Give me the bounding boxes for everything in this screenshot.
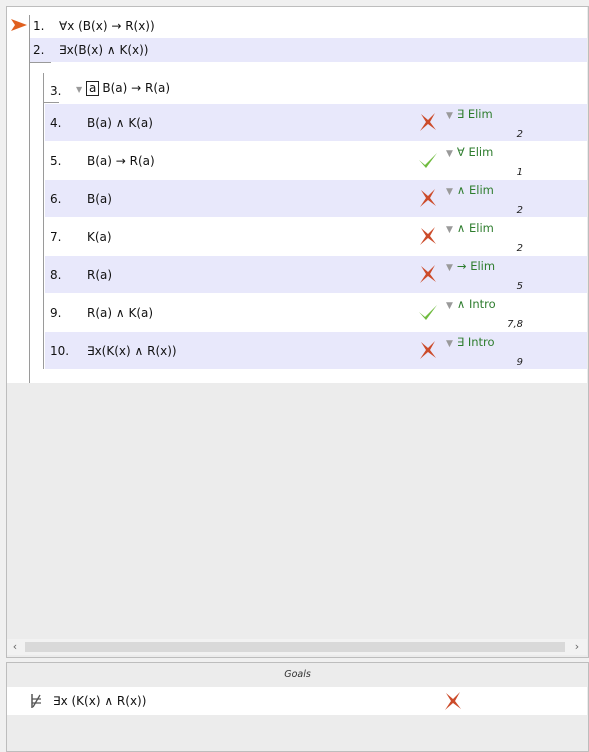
support-refs[interactable]: 2 [517,129,523,140]
assumption-formula[interactable]: a B(a) → R(a) [86,81,170,96]
boxed-constant: a [86,81,100,96]
scroll-right-button[interactable]: › [569,639,585,655]
window: 1. ∀x (B(x) → R(x)) 2. ∃x(B(x) ∧ K(x)) 3… [0,0,589,752]
step-formula[interactable]: R(a) [87,268,112,282]
rule-dropdown-icon: ▼ [446,111,453,121]
step-row-4[interactable]: 4. B(a) ∧ K(a) ▼ ∃ Elim 2 [45,104,587,141]
step-row-5[interactable]: 5. B(a) → R(a) ▼ ∀ Elim 1 [45,142,587,179]
proof-pane: 1. ∀x (B(x) → R(x)) 2. ∃x(B(x) ∧ K(x)) 3… [6,6,589,658]
assumption-text: B(a) → R(a) [102,81,171,95]
support-refs[interactable]: 5 [517,281,523,292]
line-number: 7. [50,230,62,244]
premise-formula[interactable]: ∃x(B(x) ∧ K(x)) [59,43,149,57]
rule-selector[interactable]: ▼ ∧ Elim [446,221,494,235]
line-number: 1. [33,19,45,33]
cross-icon [420,265,436,283]
rule-label: → Elim [456,259,496,273]
support-refs[interactable]: 9 [517,357,523,368]
line-number: 4. [50,116,62,130]
premise-separator [29,62,51,63]
not-entails-icon [31,694,41,708]
line-number: 9. [50,306,62,320]
step-formula[interactable]: K(a) [87,230,112,244]
rule-dropdown-icon: ▼ [446,149,453,159]
rule-selector[interactable]: ▼ ∀ Elim [446,145,493,159]
line-number: 6. [50,192,62,206]
rule-label: ∧ Elim [456,183,494,197]
rule-label: ∃ Elim [456,107,493,121]
subproof-assumption-row[interactable]: 3. ▼ a B(a) → R(a) [45,79,587,103]
cross-icon [420,227,436,245]
rule-dropdown-icon: ▼ [446,301,453,311]
collapse-triangle-icon[interactable]: ▼ [76,85,82,94]
rule-label: ∃ Intro [456,335,495,349]
check-icon [419,153,437,168]
step-row-10[interactable]: 10. ∃x(K(x) ∧ R(x)) ▼ ∃ Intro 9 [45,332,587,369]
support-refs[interactable]: 1 [517,167,523,178]
rule-selector[interactable]: ▼ → Elim [446,259,495,273]
support-refs[interactable]: 7,8 [507,319,523,330]
rule-dropdown-icon: ▼ [446,225,453,235]
proof-scope-line [29,15,30,383]
premise-row-2[interactable]: 2. ∃x(B(x) ∧ K(x)) [29,38,587,62]
step-row-8[interactable]: 8. R(a) ▼ → Elim 5 [45,256,587,293]
goals-title: Goals [284,669,311,680]
line-number: 8. [50,268,62,282]
cross-icon [445,692,461,710]
line-number: 5. [50,154,62,168]
step-row-7[interactable]: 7. K(a) ▼ ∧ Elim 2 [45,218,587,255]
goal-formula[interactable]: ∃x (K(x) ∧ R(x)) [53,694,146,708]
step-formula[interactable]: ∃x(K(x) ∧ R(x)) [87,344,177,358]
rule-selector[interactable]: ▼ ∃ Elim [446,107,493,121]
line-number: 3. [50,84,62,98]
goal-row[interactable]: ∃x (K(x) ∧ R(x)) [7,687,587,715]
rule-label: ∧ Intro [456,297,496,311]
rule-dropdown-icon: ▼ [446,263,453,273]
scroll-left-button[interactable]: ‹ [7,639,23,655]
cross-icon [420,189,436,207]
cross-icon [420,341,436,359]
step-row-6[interactable]: 6. B(a) ▼ ∧ Elim 2 [45,180,587,217]
rule-label: ∀ Elim [456,145,494,159]
rule-dropdown-icon: ▼ [446,187,453,197]
subproof-scope-line [43,73,44,369]
rule-dropdown-icon: ▼ [446,339,453,349]
check-icon [419,305,437,320]
step-formula[interactable]: B(a) ∧ K(a) [87,116,153,130]
rule-selector[interactable]: ▼ ∃ Intro [446,335,495,349]
step-row-9[interactable]: 9. R(a) ∧ K(a) ▼ ∧ Intro 7,8 [45,294,587,331]
focus-arrow-icon [11,19,27,31]
line-number: 2. [33,43,45,57]
premise-row-1[interactable]: 1. ∀x (B(x) → R(x)) [27,15,587,39]
line-number: 10. [50,344,70,358]
support-refs[interactable]: 2 [517,243,523,254]
step-formula[interactable]: B(a) → R(a) [87,154,155,168]
step-formula[interactable]: R(a) ∧ K(a) [87,306,153,320]
step-formula[interactable]: B(a) [87,192,112,206]
premise-formula[interactable]: ∀x (B(x) → R(x)) [59,19,155,33]
rule-selector[interactable]: ▼ ∧ Elim [446,183,494,197]
goals-pane: Goals ∃x (K(x) ∧ R(x)) [6,662,589,752]
horizontal-scrollbar[interactable]: ‹ › [7,639,587,655]
scrollbar-thumb[interactable] [25,642,565,652]
support-refs[interactable]: 2 [517,205,523,216]
rule-label: ∧ Elim [456,221,494,235]
cross-icon [420,113,436,131]
rule-selector[interactable]: ▼ ∧ Intro [446,297,496,311]
